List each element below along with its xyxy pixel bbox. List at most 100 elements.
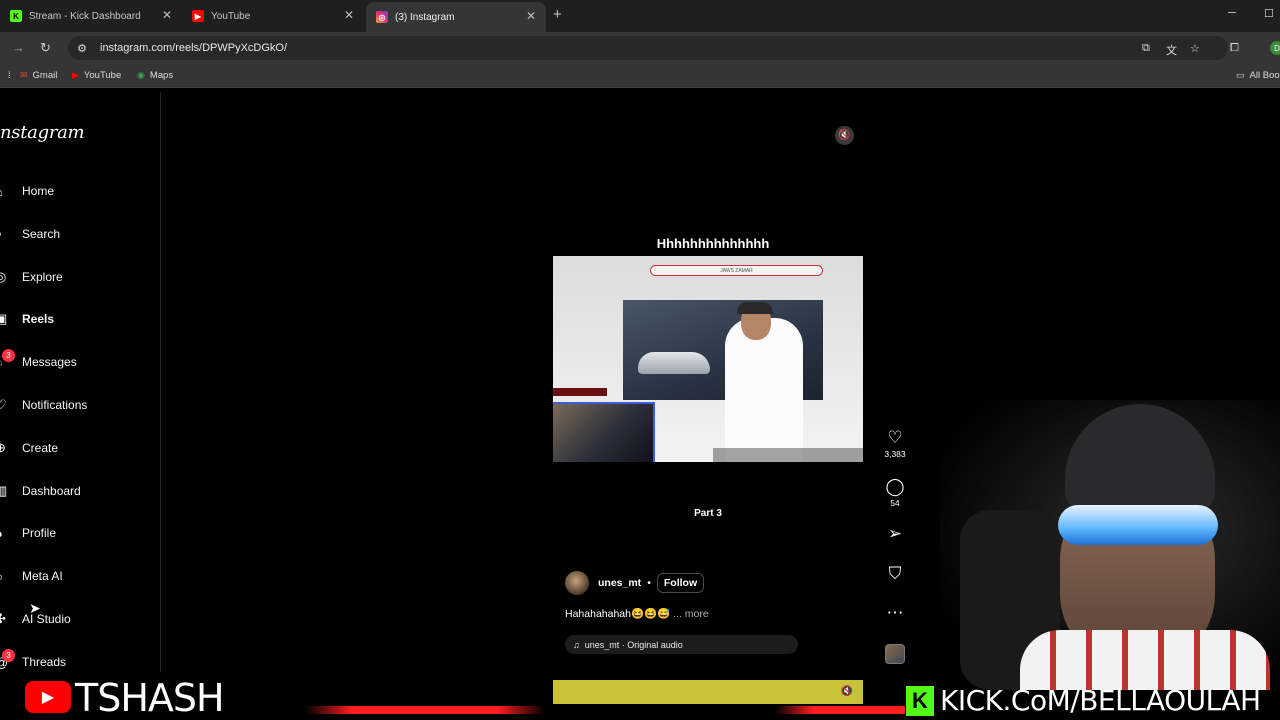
webcam-shirt bbox=[1020, 630, 1270, 690]
address-bar[interactable]: ⚙ instagram.com/reels/DPWPyXcDGkO/ ⧉ 文 ☆ bbox=[68, 36, 1228, 60]
reel-overlay-text: Hhhhhhhhhhhhhh bbox=[656, 236, 770, 251]
tab-youtube[interactable]: ▶ YouTube ✕ bbox=[182, 4, 364, 28]
video-tag bbox=[553, 388, 607, 396]
youtube-icon: ▶ bbox=[25, 681, 71, 713]
instagram-sidebar: nstagram ⌂ Home ⌕ Search ◎ Explore ▣ Ree… bbox=[0, 92, 161, 672]
video-webcam-inset bbox=[553, 402, 655, 462]
sidebar-item-create[interactable]: ⊕ Create bbox=[0, 438, 58, 458]
sidebar-item-profile[interactable]: ● Profile bbox=[0, 523, 56, 543]
extensions-icon[interactable]: ⧠ bbox=[1230, 42, 1239, 55]
bookmark-maps[interactable]: ◉ Maps bbox=[137, 70, 173, 81]
maximize-icon[interactable]: ☐ bbox=[1264, 7, 1274, 20]
webcam-cap bbox=[1065, 404, 1215, 512]
reel-caption: Hahahahahah😆😆😅 ... more bbox=[565, 607, 709, 620]
all-bookmarks[interactable]: ▭ All Boo bbox=[1236, 70, 1280, 81]
dashboard-icon: ▥ bbox=[0, 483, 8, 498]
sidebar-item-label: Explore bbox=[22, 270, 63, 284]
close-icon[interactable]: ✕ bbox=[344, 8, 354, 22]
sidebar-item-search[interactable]: ⌕ Search bbox=[0, 224, 60, 244]
ai-studio-icon: ✣ bbox=[0, 611, 6, 626]
share-button[interactable]: ➢ bbox=[883, 524, 907, 544]
more-icon: ⋯ bbox=[886, 603, 904, 622]
mute-icon[interactable]: 🔇 bbox=[835, 126, 854, 145]
comment-button[interactable]: ◯ 54 bbox=[883, 477, 907, 508]
sidebar-item-label: Messages bbox=[22, 355, 77, 369]
reload-icon[interactable]: ↻ bbox=[40, 40, 51, 56]
tab-instagram[interactable]: ◎ (3) Instagram ✕ bbox=[366, 2, 546, 32]
site-settings-icon[interactable]: ⚙ bbox=[74, 42, 90, 55]
overlay-red-line bbox=[305, 706, 545, 714]
all-bookmarks-label: All Boo bbox=[1249, 70, 1280, 81]
kick-icon: K bbox=[906, 686, 934, 716]
kick-icon: K bbox=[10, 10, 22, 22]
maps-icon: ◉ bbox=[137, 70, 145, 80]
translate-icon[interactable]: 文 bbox=[1166, 42, 1177, 58]
webcam-sunglasses bbox=[1058, 505, 1218, 545]
reel-video[interactable]: JAWS ZAMAR bbox=[553, 256, 863, 462]
heart-icon: ♡ bbox=[0, 397, 7, 412]
plus-icon: ⊕ bbox=[0, 440, 6, 455]
audio-thumbnail[interactable] bbox=[885, 644, 905, 664]
instagram-logo[interactable]: nstagram bbox=[0, 122, 85, 143]
reel-author: unes_mt • Follow bbox=[565, 571, 705, 595]
browser-tab-bar: K Stream - Kick Dashboard ✕ ▶ YouTube ✕ … bbox=[0, 0, 1280, 32]
sidebar-item-label: Home bbox=[22, 184, 55, 198]
sidebar-item-dashboard[interactable]: ▥ Dashboard bbox=[0, 481, 81, 501]
video-person bbox=[725, 318, 803, 462]
next-reel-preview[interactable]: 🔇 bbox=[553, 680, 863, 704]
separator-dot: • bbox=[647, 577, 651, 589]
browser-toolbar: → ↻ ⚙ instagram.com/reels/DPWPyXcDGkO/ ⧉… bbox=[0, 32, 1280, 64]
close-icon[interactable]: ✕ bbox=[162, 8, 172, 22]
sidebar-item-label: Threads bbox=[22, 655, 67, 669]
sidebar-item-home[interactable]: ⌂ Home bbox=[0, 181, 54, 201]
audio-label: unes_mt · Original audio bbox=[584, 639, 683, 650]
sidebar-item-label: Notifications bbox=[22, 398, 88, 412]
follow-button[interactable]: Follow bbox=[656, 573, 705, 593]
video-person-cap bbox=[737, 302, 773, 314]
url-text: instagram.com/reels/DPWPyXcDGkO/ bbox=[100, 42, 288, 54]
sidebar-item-meta-ai[interactable]: ○ Meta AI bbox=[0, 566, 63, 586]
bookmark-label: Maps bbox=[149, 70, 174, 81]
author-username[interactable]: unes_mt bbox=[598, 577, 641, 589]
tab-title: YouTube bbox=[211, 10, 251, 22]
caption-more-link[interactable]: ... more bbox=[673, 608, 709, 620]
video-footer-bar bbox=[713, 448, 863, 462]
mute-icon[interactable]: 🔇 bbox=[841, 686, 853, 697]
new-tab-button[interactable]: + bbox=[553, 6, 562, 23]
cast-icon[interactable]: ⧉ bbox=[1142, 42, 1150, 55]
more-options-button[interactable]: ⋯ bbox=[883, 603, 907, 623]
author-avatar[interactable] bbox=[565, 571, 589, 595]
bookmark-label: Gmail bbox=[32, 70, 58, 81]
tab-kick-dashboard[interactable]: K Stream - Kick Dashboard ✕ bbox=[0, 4, 182, 28]
reels-icon: ▣ bbox=[0, 311, 8, 326]
bookmark-youtube[interactable]: ▶ YouTube bbox=[72, 70, 121, 81]
like-count: 3,383 bbox=[884, 449, 906, 459]
close-icon[interactable]: ✕ bbox=[526, 9, 536, 23]
meta-ai-icon: ○ bbox=[0, 569, 17, 584]
sidebar-item-notifications[interactable]: ♡ Notifications bbox=[0, 395, 87, 415]
bookmark-label: YouTube bbox=[83, 70, 122, 81]
forward-icon[interactable]: → bbox=[12, 40, 25, 55]
sidebar-item-reels[interactable]: ▣ Reels bbox=[0, 309, 54, 329]
profile-avatar[interactable]: D bbox=[1270, 41, 1280, 55]
sidebar-item-label: Search bbox=[22, 227, 61, 241]
search-icon: ⌕ bbox=[0, 226, 17, 242]
star-icon[interactable]: ☆ bbox=[1190, 42, 1200, 55]
send-icon: ➢ bbox=[887, 524, 903, 543]
video-hud: JAWS ZAMAR bbox=[650, 265, 823, 276]
bookmarks-bar: ⁞ ✉ Gmail ▶ YouTube ◉ Maps ▭ All Boo bbox=[0, 64, 1280, 88]
apps-icon[interactable]: ⁞ bbox=[8, 70, 11, 81]
home-icon: ⌂ bbox=[0, 184, 17, 199]
save-button[interactable]: ⛉ bbox=[883, 564, 907, 584]
sidebar-item-explore[interactable]: ◎ Explore bbox=[0, 267, 63, 287]
bookmark-gmail[interactable]: ✉ Gmail bbox=[20, 70, 57, 81]
avatar-icon: ● bbox=[0, 526, 17, 541]
reel-audio[interactable]: ♫ unes_mt · Original audio bbox=[565, 635, 798, 654]
video-car bbox=[638, 352, 710, 374]
streamer-webcam bbox=[940, 400, 1280, 690]
sidebar-item-label: Reels bbox=[22, 312, 55, 326]
like-button[interactable]: ♡ 3,383 bbox=[883, 428, 907, 459]
minimize-icon[interactable]: ─ bbox=[1228, 7, 1236, 19]
youtube-channel-name: TSHASH bbox=[75, 676, 225, 720]
youtube-icon: ▶ bbox=[72, 70, 79, 80]
